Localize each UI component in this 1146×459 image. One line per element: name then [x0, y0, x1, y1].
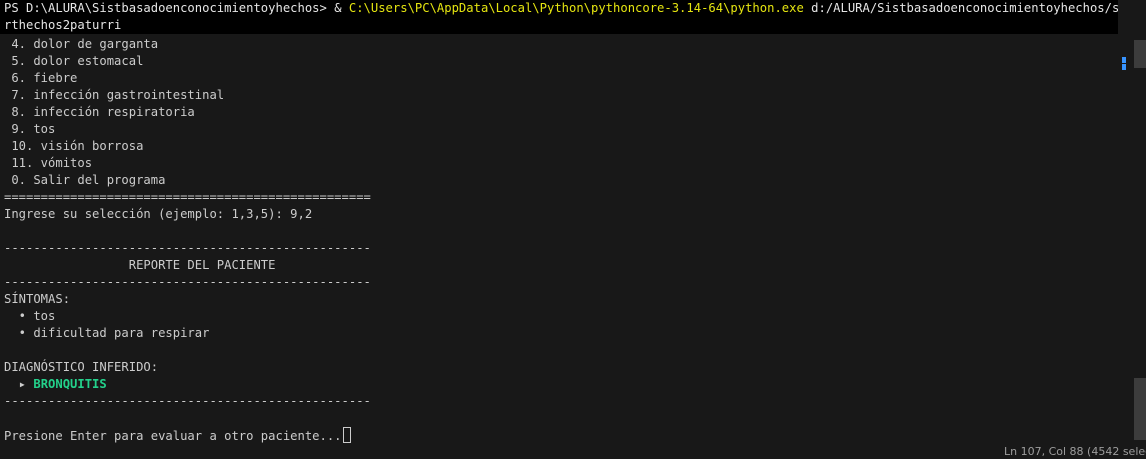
script-path-continuation: rthechos2paturri	[4, 18, 122, 32]
overview-ruler-mark	[1122, 57, 1126, 63]
text-cursor	[342, 427, 351, 443]
diagnosis-header: DIAGNÓSTICO INFERIDO:	[4, 360, 159, 374]
separator-single: ----------------------------------------…	[4, 394, 371, 408]
separator-single: ----------------------------------------…	[4, 275, 371, 289]
symptoms-header: SÍNTOMAS:	[4, 292, 71, 306]
menu-option: 10. visión borrosa	[4, 139, 144, 153]
python-exe-path[interactable]: C:\Users\PC\AppData\Local\Python\pythonc…	[349, 1, 804, 15]
diagnosis-line: ▸ BRONQUITIS	[4, 376, 107, 393]
symptom-item: • dificultad para respirar	[4, 326, 210, 340]
call-operator: &	[334, 1, 349, 15]
selection-input-line: Ingrese su selección (ejemplo: 1,3,5): 9…	[4, 207, 313, 221]
menu-option: 5. dolor estomacal	[4, 54, 144, 68]
menu-option: 8. infección respiratoria	[4, 105, 195, 119]
command-block: PS D:\ALURA\Sistbasadoenconocimientoyhec…	[0, 0, 1118, 34]
command-line: PS D:\ALURA\Sistbasadoenconocimientoyhec…	[4, 0, 1118, 17]
script-path[interactable]: d:/ALURA/Sistbasadoenconocimientoyhechos…	[804, 1, 1118, 15]
report-title: REPORTE DEL PACIENTE	[4, 258, 276, 272]
overview-ruler-mark	[1122, 64, 1126, 70]
terminal-scrollbar[interactable]	[1118, 0, 1146, 457]
terminal-panel[interactable]: PS D:\ALURA\Sistbasadoenconocimientoyhec…	[0, 0, 1118, 457]
scrollbar-thumb[interactable]	[1134, 40, 1146, 68]
menu-option: 6. fiebre	[4, 71, 78, 85]
scrollbar-thumb-lower[interactable]	[1134, 378, 1146, 440]
enter-prompt: Presione Enter para evaluar a otro pacie…	[4, 429, 342, 443]
menu-option: 9. tos	[4, 122, 56, 136]
diagnosis-bullet-icon: ▸	[4, 377, 34, 391]
separator-double: ========================================…	[4, 190, 371, 204]
menu-option: 4. dolor de garganta	[4, 37, 159, 51]
menu-option: 11. vómitos	[4, 156, 93, 170]
enter-prompt-line[interactable]: Presione Enter para evaluar a otro pacie…	[4, 427, 351, 444]
shell-prompt: PS D:\ALURA\Sistbasadoenconocimientoyhec…	[4, 1, 335, 15]
diagnosis-result: BRONQUITIS	[33, 377, 107, 391]
menu-option: 0. Salir del programa	[4, 173, 166, 187]
menu-option: 7. infección gastrointestinal	[4, 88, 225, 102]
symptom-item: • tos	[4, 309, 56, 323]
separator-single: ----------------------------------------…	[4, 241, 371, 255]
